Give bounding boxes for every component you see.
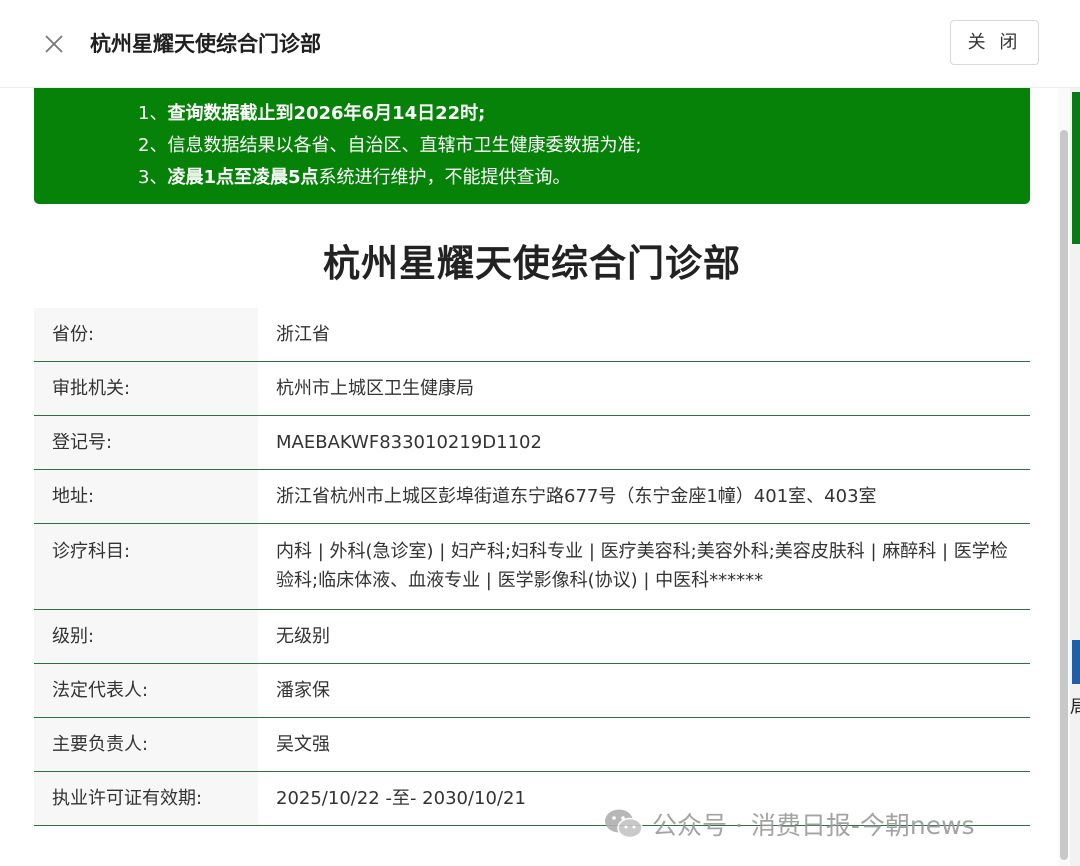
info-row-address: 地址: 浙江省杭州市上城区彭埠街道东宁路677号（东宁金座1幢）401室、403… bbox=[34, 470, 1030, 524]
institution-title: 杭州星耀天使综合门诊部 bbox=[323, 242, 741, 285]
notice-bold-text: 凌晨1点至凌晨5点 bbox=[167, 167, 319, 188]
notice-text: 信息数据结果以各省、自治区、直辖市卫生健康委数据为准; bbox=[167, 135, 642, 156]
scrollbar-thumb[interactable] bbox=[1060, 130, 1068, 860]
info-value: 无级别 bbox=[276, 626, 330, 647]
close-icon[interactable] bbox=[40, 30, 68, 58]
notice-line: 2、信息数据结果以各省、自治区、直辖市卫生健康委数据为准; bbox=[138, 130, 1030, 162]
info-label: 级别: bbox=[34, 610, 258, 663]
info-label: 执业许可证有效期: bbox=[34, 772, 258, 825]
notice-bold-text: 查询数据截止到2026年6月14日22时; bbox=[167, 103, 486, 124]
watermark-text: 公众号 · 消费日报-今朝news bbox=[652, 811, 975, 840]
info-label: 审批机关: bbox=[34, 362, 258, 415]
wechat-icon bbox=[605, 809, 643, 839]
info-label: 地址: bbox=[34, 470, 258, 523]
info-label: 主要负责人: bbox=[34, 718, 258, 771]
info-value: 潘家保 bbox=[276, 680, 330, 701]
watermark: 公众号 · 消费日报-今朝news bbox=[602, 804, 975, 844]
notice-text: 系统进行维护，不能提供查询。 bbox=[318, 167, 571, 188]
info-value: 杭州市上城区卫生健康局 bbox=[276, 378, 474, 399]
modal-header: 杭州星耀天使综合门诊部 关 闭 bbox=[0, 0, 1080, 88]
info-value: 浙江省杭州市上城区彭埠街道东宁路677号（东宁金座1幢）401室、403室 bbox=[276, 486, 877, 507]
info-row-approval-authority: 审批机关: 杭州市上城区卫生健康局 bbox=[34, 362, 1030, 416]
close-button[interactable]: 关 闭 bbox=[950, 20, 1039, 65]
info-row-legal-representative: 法定代表人: 潘家保 bbox=[34, 664, 1030, 718]
info-label: 诊疗科目: bbox=[34, 524, 258, 609]
info-row-registration-number: 登记号: MAEBAKWF833010219D1102 bbox=[34, 416, 1030, 470]
info-value: 内科 | 外科(急诊室) | 妇产科;妇科专业 | 医疗美容科;美容外科;美容皮… bbox=[276, 541, 1008, 591]
info-label: 法定代表人: bbox=[34, 664, 258, 717]
info-label: 登记号: bbox=[34, 416, 258, 469]
info-label: 省份: bbox=[34, 308, 258, 361]
info-value: MAEBAKWF833010219D1102 bbox=[276, 432, 542, 453]
background-green-strip bbox=[1072, 92, 1080, 244]
info-row-level: 级别: 无级别 bbox=[34, 610, 1030, 664]
notice-number: 2、 bbox=[138, 135, 168, 156]
background-edge-text: 局 bbox=[1070, 697, 1080, 718]
modal-title: 杭州星耀天使综合门诊部 bbox=[90, 32, 321, 56]
info-table: 省份: 浙江省 审批机关: 杭州市上城区卫生健康局 登记号: MAEBAKWF8… bbox=[34, 308, 1030, 826]
info-row-province: 省份: 浙江省 bbox=[34, 308, 1030, 362]
info-row-principal: 主要负责人: 吴文强 bbox=[34, 718, 1030, 772]
background-blue-strip bbox=[1072, 640, 1080, 684]
notice-banner: 1、查询数据截止到2026年6月14日22时; 2、信息数据结果以各省、自治区、… bbox=[34, 88, 1030, 204]
info-value: 浙江省 bbox=[276, 324, 330, 345]
info-row-departments: 诊疗科目: 内科 | 外科(急诊室) | 妇产科;妇科专业 | 医疗美容科;美容… bbox=[34, 524, 1030, 610]
notice-line: 1、查询数据截止到2026年6月14日22时; bbox=[138, 98, 1030, 130]
info-value: 吴文强 bbox=[276, 734, 330, 755]
notice-number: 3、 bbox=[138, 167, 168, 188]
page: 局 杭州星耀天使综合门诊部 关 闭 1、查询数据截止到2026年6月14日22时… bbox=[0, 0, 1080, 866]
notice-line: 3、凌晨1点至凌晨5点系统进行维护，不能提供查询。 bbox=[138, 162, 1030, 194]
notice-number: 1、 bbox=[138, 103, 168, 124]
